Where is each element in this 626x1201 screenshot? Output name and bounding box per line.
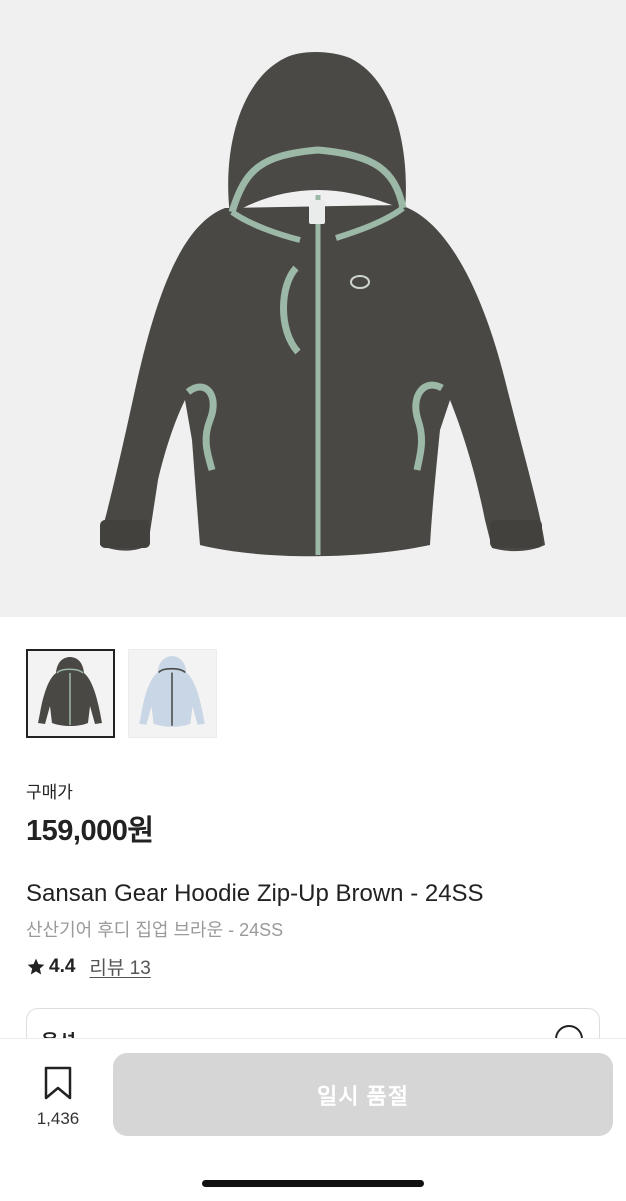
thumbnail-blue-image bbox=[139, 656, 205, 727]
bottom-action-bar: 1,436 일시 품절 bbox=[0, 1038, 626, 1201]
rating-score: 4.4 bbox=[49, 955, 76, 977]
star-icon bbox=[27, 958, 45, 974]
review-link[interactable]: 리뷰 13 bbox=[89, 953, 150, 980]
price-label: 구매가 bbox=[26, 783, 73, 802]
product-main-image[interactable] bbox=[0, 0, 626, 617]
rating-row: 4.4 리뷰 13 bbox=[26, 953, 151, 980]
soldout-button[interactable]: 일시 품절 bbox=[113, 1053, 613, 1136]
product-title-en: Sansan Gear Hoodie Zip-Up Brown - 24SS bbox=[26, 880, 484, 907]
wishlist-button[interactable]: 1,436 bbox=[26, 1065, 90, 1129]
product-title-ko: 산산기어 후디 집업 브라운 - 24SS bbox=[26, 920, 284, 940]
home-indicator bbox=[202, 1180, 424, 1187]
bookmark-icon bbox=[44, 1066, 72, 1100]
hoodie-illustration bbox=[100, 52, 545, 557]
thumbnail-brown[interactable] bbox=[26, 649, 115, 738]
wishlist-count: 1,436 bbox=[36, 1109, 80, 1128]
thumbnail-brown-image bbox=[38, 657, 102, 726]
thumbnail-blue[interactable] bbox=[128, 649, 217, 738]
product-price: 159,000원 bbox=[26, 815, 154, 847]
